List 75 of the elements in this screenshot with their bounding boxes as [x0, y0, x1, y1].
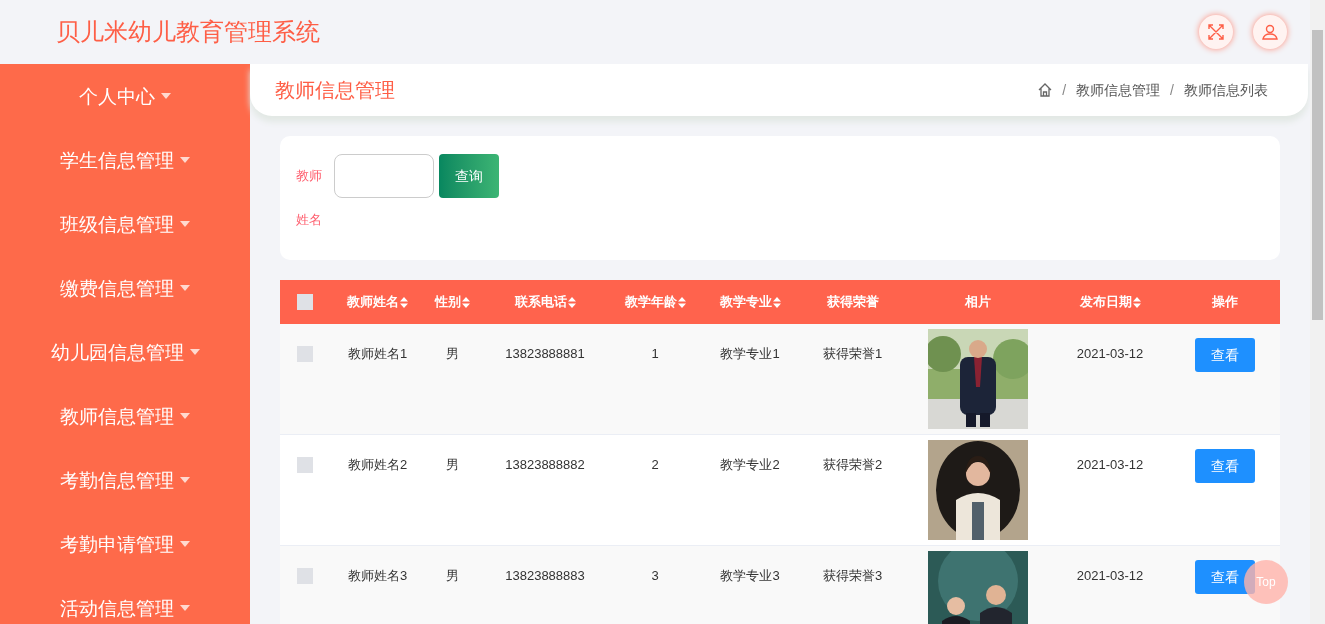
column-header[interactable]: 性别	[435, 292, 470, 312]
table-cell-text: 获得荣誉3	[822, 567, 883, 585]
sidebar-item[interactable]: 活动信息管理	[0, 595, 250, 624]
table-cell-text: 教学专业3	[720, 567, 780, 585]
fullscreen-button[interactable]	[1199, 15, 1233, 49]
breadcrumb-separator: /	[1170, 80, 1174, 100]
column-header: 操作	[1212, 293, 1238, 312]
home-icon[interactable]	[1038, 83, 1053, 97]
table-cell-text: 2021-03-12	[1076, 567, 1144, 585]
table-cell-text: 教学专业2	[720, 456, 780, 474]
sidebar-item[interactable]: 缴费信息管理	[0, 275, 250, 339]
caret-icon	[180, 285, 190, 291]
table-cell-text: 13823888882	[505, 456, 585, 474]
sidebar-item[interactable]: 个人中心	[0, 83, 250, 147]
column-header: 获得荣誉	[826, 293, 879, 312]
sort-icon[interactable]	[772, 296, 781, 308]
table-cell-text: 男	[446, 567, 459, 585]
table-cell-text: 2	[651, 456, 659, 474]
column-header[interactable]: 教学专业	[719, 292, 781, 312]
breadcrumb-item: 教师信息列表	[1184, 80, 1268, 100]
caret-icon	[189, 349, 200, 355]
search-field[interactable]	[334, 154, 434, 198]
search-label: 教师姓名	[296, 167, 323, 229]
sidebar-item[interactable]: 考勤申请管理	[0, 531, 250, 595]
table-cell-text: 1	[651, 345, 659, 363]
caret-icon	[180, 605, 190, 611]
sidebar-item[interactable]: 教师信息管理	[0, 403, 250, 467]
caret-icon	[180, 413, 190, 419]
column-header[interactable]: 联系电话	[514, 292, 576, 312]
caret-icon	[161, 93, 171, 99]
user-icon	[1262, 24, 1278, 40]
search-button[interactable]: 查询	[439, 154, 499, 198]
row-checkbox[interactable]	[297, 457, 313, 473]
column-header[interactable]: 教师姓名	[347, 292, 408, 312]
row-checkbox[interactable]	[297, 568, 313, 584]
sort-icon[interactable]	[400, 296, 408, 308]
caret-icon	[180, 541, 190, 547]
user-button[interactable]	[1253, 15, 1287, 49]
sidebar-item[interactable]: 班级信息管理	[0, 211, 250, 275]
table-cell-text: 教师姓名2	[347, 456, 408, 474]
sidebar-item[interactable]: 幼儿园信息管理	[0, 339, 250, 403]
row-checkbox[interactable]	[297, 346, 313, 362]
expand-icon	[1208, 24, 1224, 40]
caret-icon	[180, 157, 190, 163]
sort-icon[interactable]	[677, 296, 686, 308]
table-cell-text: 3	[651, 567, 659, 585]
sort-icon[interactable]	[462, 296, 470, 308]
app-title: 贝儿米幼儿教育管理系统	[56, 17, 320, 47]
caret-icon	[180, 221, 190, 227]
table-cell-text: 获得荣誉2	[822, 456, 883, 474]
table-cell-text: 获得荣誉1	[822, 345, 883, 363]
table-cell-text: 13823888883	[505, 567, 585, 585]
view-button[interactable]: 查看	[1195, 449, 1255, 483]
table-cell-text: 教学专业1	[720, 345, 780, 363]
view-button[interactable]: 查看	[1195, 338, 1255, 372]
table-cell-text: 教师姓名1	[347, 345, 408, 363]
scrollbar[interactable]	[1310, 0, 1325, 624]
caret-icon	[180, 477, 190, 483]
sidebar-item[interactable]: 考勤信息管理	[0, 467, 250, 531]
column-header: 相片	[964, 293, 991, 312]
table-cell-text: 2021-03-12	[1076, 345, 1144, 363]
sidebar-item[interactable]: 学生信息管理	[0, 147, 250, 211]
table-cell-text: 教师姓名3	[347, 567, 408, 585]
select-all-checkbox[interactable]	[297, 294, 313, 310]
column-header[interactable]: 发布日期	[1079, 292, 1141, 312]
sort-icon[interactable]	[567, 296, 576, 308]
breadcrumb-separator: /	[1062, 80, 1067, 100]
table-cell-text: 13823888881	[505, 345, 585, 363]
column-header[interactable]: 教学年龄	[624, 292, 686, 312]
table-cell-text: 男	[446, 456, 459, 474]
breadcrumb-item[interactable]: 教师信息管理	[1076, 79, 1161, 101]
table-cell-text: 男	[446, 345, 459, 363]
page-title: 教师信息管理	[275, 78, 395, 103]
table-cell-text: 2021-03-12	[1076, 456, 1144, 474]
sort-icon[interactable]	[1132, 296, 1141, 308]
